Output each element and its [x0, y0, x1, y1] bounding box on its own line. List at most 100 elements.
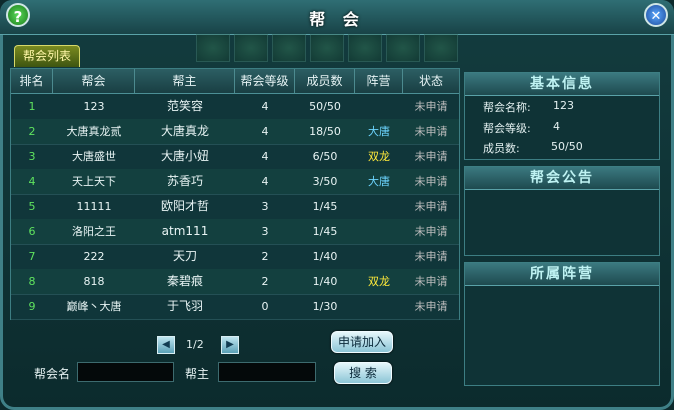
cell-camp: 双龙	[368, 150, 390, 163]
table-row[interactable]: 7 222 天刀 2 1/40 未申请	[11, 244, 459, 270]
basic-info-panel: 基本信息 帮会名称: 123 帮会等级: 4 成员数: 50/50	[464, 72, 660, 160]
cell-level: 4	[261, 150, 269, 163]
column-header-camp[interactable]: 阵营	[355, 69, 403, 93]
table-row[interactable]: 9 巅峰丶大唐 于飞羽 0 1/30 未申请	[11, 294, 459, 320]
help-button[interactable]: ?	[6, 3, 30, 27]
column-header-level[interactable]: 帮会等级	[235, 69, 295, 93]
cell-master: 于飞羽	[166, 299, 203, 313]
cell-members: 6/50	[312, 150, 338, 163]
cell-level: 3	[261, 225, 269, 238]
guild-name-info-value: 123	[553, 99, 574, 112]
guild-level-info-label: 帮会等级:	[483, 122, 531, 135]
column-header-rank[interactable]: 排名	[11, 69, 53, 93]
cell-guild: 天上天下	[72, 175, 116, 188]
cell-rank: 7	[28, 250, 36, 263]
apply-join-button[interactable]: 申请加入	[331, 331, 393, 353]
cell-guild: 818	[83, 275, 105, 288]
next-page-button[interactable]: ▶	[221, 336, 239, 354]
cell-master: 范笑容	[166, 99, 203, 113]
faction-panel: 所属阵营	[464, 262, 660, 386]
cell-level: 4	[261, 100, 269, 113]
cell-status: 未申请	[414, 150, 448, 163]
column-header-master[interactable]: 帮主	[135, 69, 235, 93]
guild-name-input[interactable]	[77, 362, 174, 382]
cell-members: 18/50	[309, 125, 341, 138]
cell-status: 未申请	[414, 250, 448, 263]
table-header: 排名 帮会 帮主 帮会等级 成员数 阵营 状态	[11, 69, 459, 94]
cell-camp: 大唐	[368, 175, 390, 188]
cell-camp	[355, 94, 403, 119]
member-count-info-label: 成员数:	[483, 142, 520, 155]
guild-name-info-label: 帮会名称:	[483, 101, 531, 114]
column-header-members[interactable]: 成员数	[295, 69, 355, 93]
cell-status: 未申请	[414, 200, 448, 213]
cell-rank: 5	[28, 200, 36, 213]
cell-guild: 123	[83, 100, 105, 113]
table-row[interactable]: 1 123 范笑容 4 50/50 未申请	[11, 94, 459, 120]
cell-master: 大唐真龙	[160, 124, 209, 138]
member-count-info-value: 50/50	[551, 140, 583, 153]
cell-guild: 11111	[76, 200, 112, 213]
item-slot	[386, 34, 420, 62]
master-input[interactable]	[218, 362, 316, 382]
left-arrow-icon: ◀	[162, 339, 170, 350]
cell-guild: 222	[83, 250, 105, 263]
basic-info-title: 基本信息	[465, 73, 659, 96]
guild-list-panel: 排名 帮会 帮主 帮会等级 成员数 阵营 状态 1 123 范笑容 4 50/50 未申请…	[10, 68, 460, 320]
column-header-status[interactable]: 状态	[403, 69, 459, 93]
cell-rank: 6	[28, 225, 36, 238]
cell-camp: 双龙	[368, 275, 390, 288]
table-row[interactable]: 5 11111 欧阳才哲 3 1/45 未申请	[11, 194, 459, 220]
cell-guild: 洛阳之王	[72, 225, 116, 238]
cell-members: 1/40	[312, 250, 338, 263]
table-row[interactable]: 6 洛阳之王 atm111 3 1/45 未申请	[11, 219, 459, 245]
table-row[interactable]: 3 大唐盛世 大唐小妞 4 6/50 双龙 未申请	[11, 144, 459, 170]
cell-master: 天刀	[172, 249, 197, 263]
cell-status: 未申请	[414, 225, 448, 238]
cell-rank: 9	[28, 300, 36, 313]
cell-status: 未申请	[414, 300, 448, 313]
cell-level: 4	[261, 175, 269, 188]
announcement-title: 帮会公告	[465, 167, 659, 190]
cell-level: 2	[261, 275, 269, 288]
cell-guild: 大唐真龙贰	[66, 125, 122, 138]
item-slot	[310, 34, 344, 62]
item-slot	[234, 34, 268, 62]
question-icon: ?	[13, 8, 23, 26]
prev-page-button[interactable]: ◀	[157, 336, 175, 354]
table-row[interactable]: 4 天上天下 苏香巧 4 3/50 大唐 未申请	[11, 169, 459, 195]
cell-status: 未申请	[414, 175, 448, 188]
cell-rank: 1	[28, 100, 36, 113]
faction-title: 所属阵营	[465, 263, 659, 286]
cell-master: 大唐小妞	[160, 149, 209, 163]
cell-level: 4	[261, 125, 269, 138]
column-header-guild[interactable]: 帮会	[53, 69, 135, 93]
close-icon: ✕	[650, 9, 662, 24]
cell-status: 未申请	[414, 100, 448, 113]
guild-level-info-value: 4	[553, 120, 560, 133]
tab-guild-list[interactable]: 帮会列表	[14, 45, 80, 67]
cell-guild: 巅峰丶大唐	[66, 300, 122, 313]
search-button[interactable]: 搜 索	[334, 362, 392, 384]
cell-members: 1/45	[312, 200, 338, 213]
cell-level: 3	[261, 200, 269, 213]
cell-rank: 8	[28, 275, 36, 288]
table-row[interactable]: 8 818 秦碧痕 2 1/40 双龙 未申请	[11, 269, 459, 295]
cell-guild: 大唐盛世	[72, 150, 116, 163]
cell-camp	[355, 294, 403, 319]
cell-camp	[355, 244, 403, 269]
cell-camp: 大唐	[368, 125, 390, 138]
cell-status: 未申请	[414, 125, 448, 138]
cell-members: 3/50	[312, 175, 338, 188]
cell-camp	[355, 194, 403, 219]
cell-members: 1/30	[312, 300, 338, 313]
announcement-panel: 帮会公告	[464, 166, 660, 256]
close-button[interactable]: ✕	[644, 3, 668, 27]
item-slot	[348, 34, 382, 62]
cell-rank: 4	[28, 175, 36, 188]
table-row[interactable]: 2 大唐真龙贰 大唐真龙 4 18/50 大唐 未申请	[11, 119, 459, 145]
right-arrow-icon: ▶	[226, 339, 234, 350]
cell-master: 苏香巧	[166, 174, 203, 188]
cell-members: 1/45	[312, 225, 338, 238]
cell-master: atm111	[161, 224, 209, 238]
